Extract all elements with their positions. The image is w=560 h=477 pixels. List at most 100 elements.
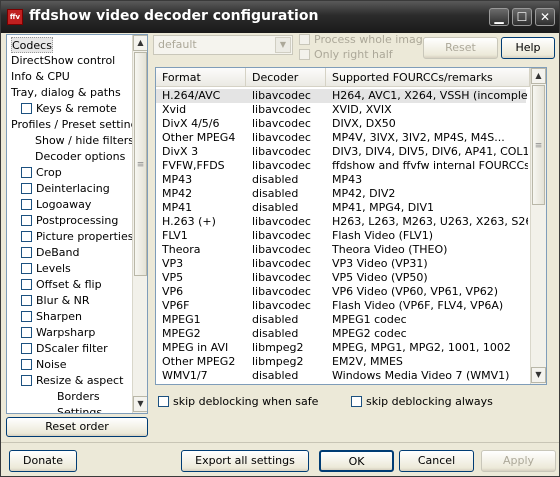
checkbox-box[interactable] <box>299 34 310 45</box>
chevron-down-icon[interactable]: ▼ <box>275 37 291 53</box>
table-row[interactable]: VP6 libavcodec VP6 Video (VP60, VP61, VP62… <box>156 285 526 299</box>
checkbox-box[interactable] <box>158 396 169 407</box>
codec-table-scroll-thumb[interactable]: ≡ <box>532 85 545 205</box>
tree-item[interactable]: Deinterlacing <box>21 181 110 197</box>
tree-item[interactable]: Keys & remote <box>21 101 117 117</box>
settings-tree[interactable]: Codecs DirectShow control Info & CPU Tray, … <box>6 34 148 414</box>
skip-deblocking-safe-checkbox[interactable]: skip deblocking when safe <box>158 395 318 408</box>
ok-button[interactable]: OK <box>319 450 394 472</box>
cancel-button[interactable]: Cancel <box>399 450 474 472</box>
tree-item-checkbox[interactable] <box>21 295 32 306</box>
table-row[interactable]: MPEG2 disabled MPEG2 codec <box>156 327 526 341</box>
tree-item[interactable]: Profiles / Preset settings <box>11 117 143 133</box>
tree-item-label: Warpsharp <box>36 326 96 339</box>
reset-order-button[interactable]: Reset order <box>6 417 148 437</box>
export-all-settings-button[interactable]: Export all settings <box>181 450 309 472</box>
column-header-decoder[interactable]: Decoder <box>246 68 326 87</box>
tree-item[interactable]: Offset & flip <box>21 277 102 293</box>
tree-item[interactable]: Picture properties <box>21 229 133 245</box>
tree-item-checkbox[interactable] <box>21 279 32 290</box>
table-row[interactable]: Other MPEG2 libmpeg2 EM2V, MMES <box>156 355 526 369</box>
table-row[interactable]: MP42 disabled MP42, DIV2 <box>156 187 526 201</box>
table-row[interactable]: FLV1 libavcodec Flash Video (FLV1) <box>156 229 526 243</box>
tree-scroll-thumb[interactable]: ≡ <box>134 52 147 276</box>
table-row[interactable]: H.264/AVC libavcodec H264, AVC1, X264, VSS… <box>156 89 528 103</box>
tree-item[interactable]: Info & CPU <box>11 69 70 85</box>
cell-fourccs: MP41, MPG4, DIV1 <box>332 201 434 214</box>
tree-item[interactable]: DScaler filter <box>21 341 108 357</box>
tree-item-checkbox[interactable] <box>21 215 32 226</box>
scroll-up-arrow-icon[interactable]: ▲ <box>531 68 546 84</box>
table-row[interactable]: WMV1/7 disabled Windows Media Video 7 (WMV… <box>156 369 526 383</box>
tree-item-checkbox[interactable] <box>21 327 32 338</box>
apply-button[interactable]: Apply <box>481 450 556 472</box>
table-row[interactable]: MP43 disabled MP43 <box>156 173 526 187</box>
tree-item[interactable]: Levels <box>21 261 71 277</box>
tree-item-checkbox[interactable] <box>21 247 32 258</box>
tree-item[interactable]: Noise <box>21 357 67 373</box>
reset-button[interactable]: Reset <box>423 37 498 59</box>
tree-item-checkbox[interactable] <box>21 199 32 210</box>
scroll-down-arrow-icon[interactable]: ▼ <box>133 396 147 412</box>
tree-item-checkbox[interactable] <box>21 231 32 242</box>
ffdshow-app-icon[interactable]: ffv <box>7 9 23 25</box>
table-row[interactable]: VP6F libavcodec Flash Video (VP6F, FLV4, V… <box>156 299 526 313</box>
tree-item[interactable]: Sharpen <box>21 309 82 325</box>
tree-item[interactable]: DirectShow control <box>11 53 115 69</box>
tree-item[interactable]: Borders <box>57 389 100 405</box>
tree-item[interactable]: Settings <box>57 405 102 413</box>
checkbox-box[interactable] <box>299 49 310 60</box>
process-whole-image-checkbox[interactable]: Process whole image <box>299 33 430 46</box>
cell-format: Theora <box>162 243 201 256</box>
maximize-button[interactable]: ☐ <box>512 8 532 26</box>
scroll-down-arrow-icon[interactable]: ▼ <box>531 367 546 383</box>
tree-item[interactable]: Show / hide filters <box>35 133 134 149</box>
tree-item-checkbox[interactable] <box>21 167 32 178</box>
column-header-format[interactable]: Format <box>156 68 246 87</box>
tree-item-checkbox[interactable] <box>21 183 32 194</box>
table-row[interactable]: DivX 4/5/6 libavcodec DIVX, DX50 <box>156 117 526 131</box>
table-row[interactable]: FVFW,FFDS libavcodec ffdshow and ffvfw int… <box>156 159 528 173</box>
tree-item-checkbox[interactable] <box>21 343 32 354</box>
column-header-fourccs[interactable]: Supported FOURCCs/remarks <box>326 68 530 87</box>
close-button[interactable]: ✕ <box>535 8 555 26</box>
table-row[interactable]: MP41 disabled MP41, MPG4, DIV1 <box>156 201 526 215</box>
table-row[interactable]: DivX 3 libavcodec DIV3, DIV4, DIV5, DIV6, … <box>156 145 528 159</box>
table-row[interactable]: Theora libavcodec Theora Video (THEO) <box>156 243 526 257</box>
table-row[interactable]: MPEG in AVI libmpeg2 MPEG, MPG1, MPG2, 100… <box>156 341 526 355</box>
table-row[interactable]: Other MPEG4 libavcodec MP4V, 3IVX, 3IV2, M… <box>156 131 526 145</box>
tree-item[interactable]: Codecs <box>11 37 53 53</box>
tree-item[interactable]: Tray, dialog & paths <box>11 85 121 101</box>
tree-item[interactable]: Decoder options <box>35 149 125 165</box>
tree-item-checkbox[interactable] <box>21 263 32 274</box>
tree-item[interactable]: Resize & aspect <box>21 373 123 389</box>
preset-select[interactable]: default ▼ <box>153 35 293 55</box>
table-row[interactable]: MPEG1 disabled MPEG1 codec <box>156 313 526 327</box>
tree-item-checkbox[interactable] <box>21 311 32 322</box>
process-whole-image-label: Process whole image <box>314 33 430 46</box>
skip-deblocking-always-checkbox[interactable]: skip deblocking always <box>351 395 493 408</box>
tree-item-checkbox[interactable] <box>21 359 32 370</box>
tree-item-checkbox[interactable] <box>21 375 32 386</box>
scroll-up-arrow-icon[interactable]: ▲ <box>133 35 147 51</box>
help-button[interactable]: Help <box>501 37 555 59</box>
tree-item[interactable]: Blur & NR <box>21 293 90 309</box>
tree-item[interactable]: Postprocessing <box>21 213 118 229</box>
table-row[interactable]: VP3 libavcodec VP3 Video (VP31) <box>156 257 526 271</box>
tree-item[interactable]: DeBand <box>21 245 79 261</box>
title-bar[interactable]: ffv ffdshow video decoder configuration … <box>1 1 559 33</box>
only-right-half-checkbox[interactable]: Only right half <box>299 48 393 61</box>
codec-table-scrollbar[interactable]: ▲ ≡ ▼ <box>530 68 546 384</box>
donate-button[interactable]: Donate <box>9 450 77 472</box>
tree-item[interactable]: Crop <box>21 165 62 181</box>
tree-item-checkbox[interactable] <box>21 103 32 114</box>
table-row[interactable]: Xvid libavcodec XVID, XVIX <box>156 103 526 117</box>
tree-scrollbar[interactable]: ▲ ≡ ▼ <box>132 35 147 413</box>
checkbox-box[interactable] <box>351 396 362 407</box>
tree-item[interactable]: Logoaway <box>21 197 91 213</box>
tree-item[interactable]: Warpsharp <box>21 325 95 341</box>
codec-table[interactable]: Format Decoder Supported FOURCCs/remarks… <box>155 67 547 385</box>
minimize-button[interactable]: ▁ <box>489 8 509 26</box>
table-row[interactable]: VP5 libavcodec VP5 Video (VP50) <box>156 271 526 285</box>
table-row[interactable]: H.263 (+) libavcodec H263, L263, M263, U26… <box>156 215 528 229</box>
